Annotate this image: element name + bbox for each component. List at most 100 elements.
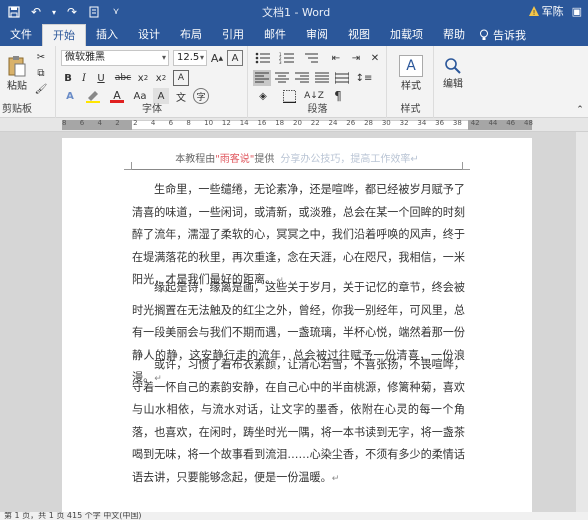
user-account[interactable]: ! 军陈	[528, 3, 564, 19]
ruler-number: 14	[239, 119, 249, 127]
grow-font-icon[interactable]: A ▲	[209, 50, 225, 66]
header-divider	[132, 169, 462, 170]
ruler-number: 36	[435, 119, 445, 127]
font-name-select[interactable]: 微软雅黑 ▾	[61, 50, 169, 66]
tab-design[interactable]: 设计	[128, 24, 170, 46]
touch-mode-icon[interactable]	[86, 4, 102, 20]
document-page[interactable]: 本教程由"雨客说"提供 分享办公技巧，提高工作效率↵ 生命里，一些缱绻，无论素净，…	[62, 138, 532, 518]
tab-mailings[interactable]: 邮件	[254, 24, 296, 46]
header-suffix: 提供	[254, 154, 275, 165]
cut-icon[interactable]: ✂	[34, 50, 48, 64]
document-area: 本教程由"雨客说"提供 分享办公技巧，提高工作效率↵ 生命里，一些缱绻，无论素净，…	[0, 132, 588, 518]
align-right-icon[interactable]	[293, 70, 311, 86]
copy-icon[interactable]: ⧉	[34, 66, 48, 80]
align-center-icon[interactable]	[273, 70, 291, 86]
ruler-number: 6	[168, 119, 174, 127]
ribbon-home: 粘贴 ✂ ⧉ 🖌 剪贴板 微软雅黑 ▾ 12.5 ▾ A ▲ A B I U ab…	[0, 46, 588, 118]
strikethrough-button[interactable]: abc	[113, 70, 133, 86]
ruler-number: 4	[150, 119, 156, 127]
ruler-number: 34	[417, 119, 427, 127]
increase-indent-icon[interactable]: ⇥	[347, 50, 365, 66]
format-painter-icon[interactable]: 🖌	[34, 82, 48, 96]
customize-qat-icon[interactable]: ⋎	[108, 4, 124, 20]
numbering-icon[interactable]: 123	[277, 50, 297, 66]
ruler-number: 10	[204, 119, 214, 127]
tell-me[interactable]: 告诉我	[479, 24, 526, 46]
ribbon-tabs: 文件 开始 插入 设计 布局 引用 邮件 审阅 视图 加载项 帮助 告诉我	[0, 24, 588, 46]
line-spacing-icon[interactable]: ↕≡	[355, 70, 373, 86]
tab-references[interactable]: 引用	[212, 24, 254, 46]
svg-text:3: 3	[279, 60, 282, 64]
svg-text:!: !	[532, 9, 535, 16]
window-controls: ! 军陈 ▣	[528, 3, 582, 19]
distributed-icon[interactable]	[333, 70, 351, 86]
tab-review[interactable]: 审阅	[296, 24, 338, 46]
ruler-number: 8	[186, 119, 191, 127]
ruler-number: 42	[470, 119, 480, 127]
font-size-select[interactable]: 12.5 ▾	[173, 50, 207, 66]
lightbulb-icon	[479, 29, 489, 41]
save-icon[interactable]	[6, 4, 22, 20]
tell-me-label: 告诉我	[493, 29, 526, 42]
tab-home[interactable]: 开始	[42, 24, 86, 46]
bold-button[interactable]: B	[61, 70, 75, 86]
tab-insert[interactable]: 插入	[86, 24, 128, 46]
tab-layout[interactable]: 布局	[170, 24, 212, 46]
styles-label: 样式	[401, 80, 421, 92]
font-name-value: 微软雅黑	[65, 52, 105, 63]
collapse-ribbon-icon[interactable]: ⌃	[574, 104, 586, 116]
superscript-button[interactable]: x2	[153, 70, 169, 86]
justify-icon[interactable]	[313, 70, 331, 86]
ruler-number: 18	[275, 119, 285, 127]
paragraph-1[interactable]: 生命里，一些缱绻，无论素净，还是喧哗，都已经被岁月赋予了清喜的味道，一些闲词，或…	[132, 179, 465, 293]
tab-file[interactable]: 文件	[0, 24, 42, 46]
status-text: 第 1 页，共 1 页 415 个字 中文(中国)	[4, 512, 142, 520]
tab-addins[interactable]: 加载项	[380, 24, 433, 46]
ruler-number: 2	[133, 119, 138, 127]
subscript-button[interactable]: x2	[135, 70, 151, 86]
group-label-font: 字体	[142, 104, 162, 115]
clear-format-icon[interactable]: A	[227, 50, 243, 66]
page-header[interactable]: 本教程由"雨客说"提供 分享办公技巧，提高工作效率↵	[62, 150, 532, 165]
bullets-icon[interactable]	[253, 50, 273, 66]
align-left-icon[interactable]	[253, 70, 271, 86]
decrease-indent-icon[interactable]: ⇤	[327, 50, 345, 66]
editing-button[interactable]: 编辑	[437, 50, 469, 96]
redo-icon[interactable]: ↷	[64, 4, 80, 20]
tab-view[interactable]: 视图	[338, 24, 380, 46]
group-label-paragraph: 段落	[307, 104, 328, 115]
char-border-icon[interactable]: A	[173, 70, 189, 86]
paragraph-text: 或许，习惯了着布衣素颜，让清心若雪，不喜张扬，不畏喧哗，守着一怀自己的素韵安静，…	[132, 358, 465, 484]
ruler-number: 8	[62, 119, 67, 127]
title-bar: ↶ ▾ ↷ ⋎ 文档1 - Word ! 军陈 ▣	[0, 0, 588, 24]
ruler-number: 12	[221, 119, 231, 127]
underline-button[interactable]: U	[93, 70, 109, 86]
ruler-number: 16	[257, 119, 267, 127]
horizontal-ruler[interactable]: 8 6 4 2 2 4 6 8 10 12 14 16 18 20 22 24 26 28 30 32 34 36 38 42…	[0, 118, 588, 132]
styles-button[interactable]: A 样式	[392, 50, 430, 96]
ruler-number: 48	[524, 119, 533, 127]
ruler-number: 26	[346, 119, 356, 127]
group-label-styles: 样式	[400, 104, 421, 115]
chevron-down-icon: ▾	[199, 53, 204, 62]
ruler-number: 22	[310, 119, 320, 127]
paragraph-3[interactable]: 或许，习惯了着布衣素颜，让清心若雪，不喜张扬，不畏喧哗，守着一怀自己的素韵安静，…	[132, 354, 465, 491]
tab-help[interactable]: 帮助	[433, 24, 475, 46]
window-title: 文档1 - Word	[262, 6, 331, 19]
chinese-layout-icon[interactable]: ✕	[367, 50, 383, 66]
status-bar: 第 1 页，共 1 页 415 个字 中文(中国)	[0, 512, 588, 520]
group-label-clipboard: 剪贴板	[2, 104, 32, 115]
paste-icon	[7, 55, 27, 77]
ruler-number: 2	[115, 119, 120, 127]
undo-icon[interactable]: ↶	[28, 4, 44, 20]
group-clipboard: 粘贴 ✂ ⧉ 🖌 剪贴板	[0, 46, 56, 118]
styles-icon: A	[399, 54, 423, 77]
paste-button[interactable]: 粘贴	[4, 50, 30, 96]
multilevel-list-icon[interactable]	[301, 50, 321, 66]
ribbon-display-icon[interactable]: ▣	[572, 5, 582, 18]
vertical-scrollbar[interactable]	[576, 132, 588, 512]
chevron-down-icon[interactable]: ▾	[50, 4, 58, 20]
user-name: 军陈	[541, 5, 564, 18]
italic-button[interactable]: I	[77, 70, 91, 86]
group-styles: A 样式 样式	[388, 46, 434, 118]
